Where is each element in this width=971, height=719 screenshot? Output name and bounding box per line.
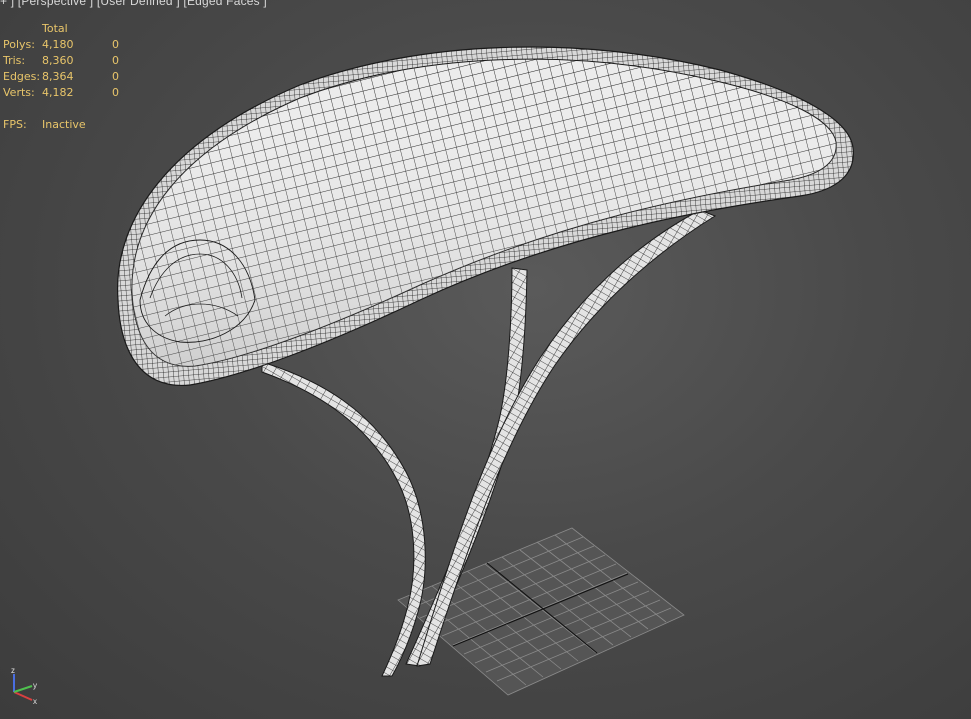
viewport-scene[interactable] <box>0 0 971 719</box>
axis-gizmo: z y x <box>11 666 37 706</box>
y-axis-line <box>13 685 33 693</box>
z-axis-label: z <box>11 666 15 675</box>
y-axis-label: y <box>33 681 37 690</box>
x-axis-line <box>13 691 33 701</box>
x-axis-label: x <box>33 697 37 706</box>
